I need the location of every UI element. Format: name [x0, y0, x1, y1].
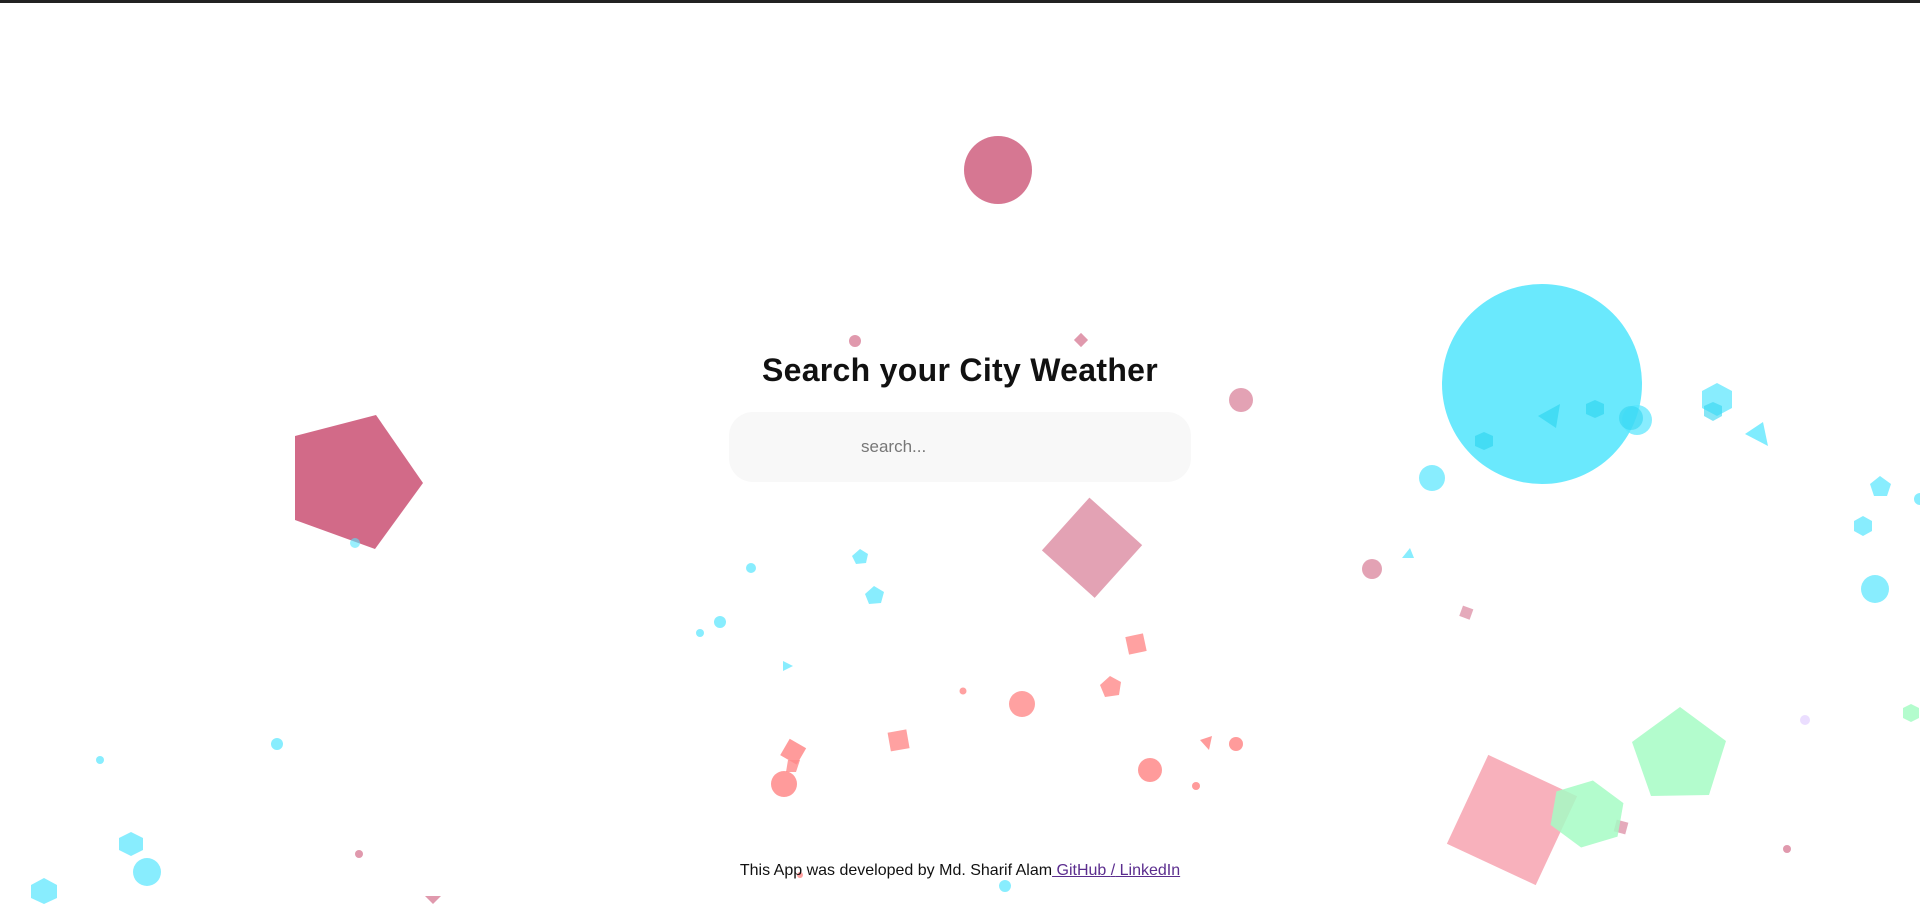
- github-link-label: GitHub: [1052, 862, 1111, 879]
- page-title: Search your City Weather: [761, 352, 1159, 388]
- linkedin-link[interactable]: LinkedIn: [1115, 862, 1181, 879]
- footer: This App was developed by Md. Sharif Ala…: [0, 862, 1920, 880]
- footer-text: This App was developed by Md. Sharif Ala…: [739, 862, 1053, 879]
- main-content: Search your City Weather This App was de…: [0, 0, 1920, 904]
- search-input[interactable]: [729, 412, 1191, 482]
- github-link[interactable]: GitHub /: [1052, 862, 1115, 879]
